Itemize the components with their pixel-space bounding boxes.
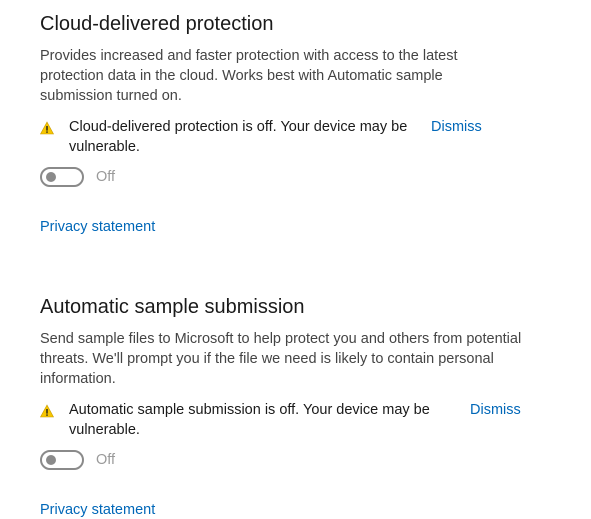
warning-icon bbox=[40, 121, 54, 135]
warning-banner: Automatic sample submission is off. Your… bbox=[40, 400, 540, 440]
settings-page: Cloud-delivered protection Provides incr… bbox=[0, 0, 591, 519]
toggle-knob bbox=[46, 455, 56, 465]
section-title: Automatic sample submission bbox=[40, 296, 305, 318]
toggle-state-label: Off bbox=[96, 452, 116, 468]
section-description: Provides increased and faster protection… bbox=[40, 48, 458, 104]
cloud-protection-section: Cloud-delivered protection Provides incr… bbox=[40, 10, 540, 237]
toggle-row: Off bbox=[40, 450, 540, 470]
toggle-knob bbox=[46, 172, 56, 182]
warning-text: Automatic sample submission is off. Your… bbox=[69, 402, 430, 438]
sample-submission-toggle[interactable] bbox=[40, 450, 84, 470]
sample-submission-section: Automatic sample submission Send sample … bbox=[40, 293, 540, 519]
privacy-statement-link[interactable]: Privacy statement bbox=[40, 217, 155, 237]
warning-text: Cloud-delivered protection is off. Your … bbox=[69, 119, 408, 155]
privacy-statement-link[interactable]: Privacy statement bbox=[40, 500, 155, 519]
warning-banner: Cloud-delivered protection is off. Your … bbox=[40, 117, 540, 157]
warning-icon bbox=[40, 404, 54, 418]
dismiss-link[interactable]: Dismiss bbox=[470, 400, 521, 420]
toggle-row: Off bbox=[40, 167, 540, 187]
cloud-protection-toggle[interactable] bbox=[40, 167, 84, 187]
section-title: Cloud-delivered protection bbox=[40, 13, 274, 35]
dismiss-link[interactable]: Dismiss bbox=[431, 117, 482, 137]
section-description: Send sample files to Microsoft to help p… bbox=[40, 331, 522, 387]
toggle-state-label: Off bbox=[96, 169, 116, 185]
